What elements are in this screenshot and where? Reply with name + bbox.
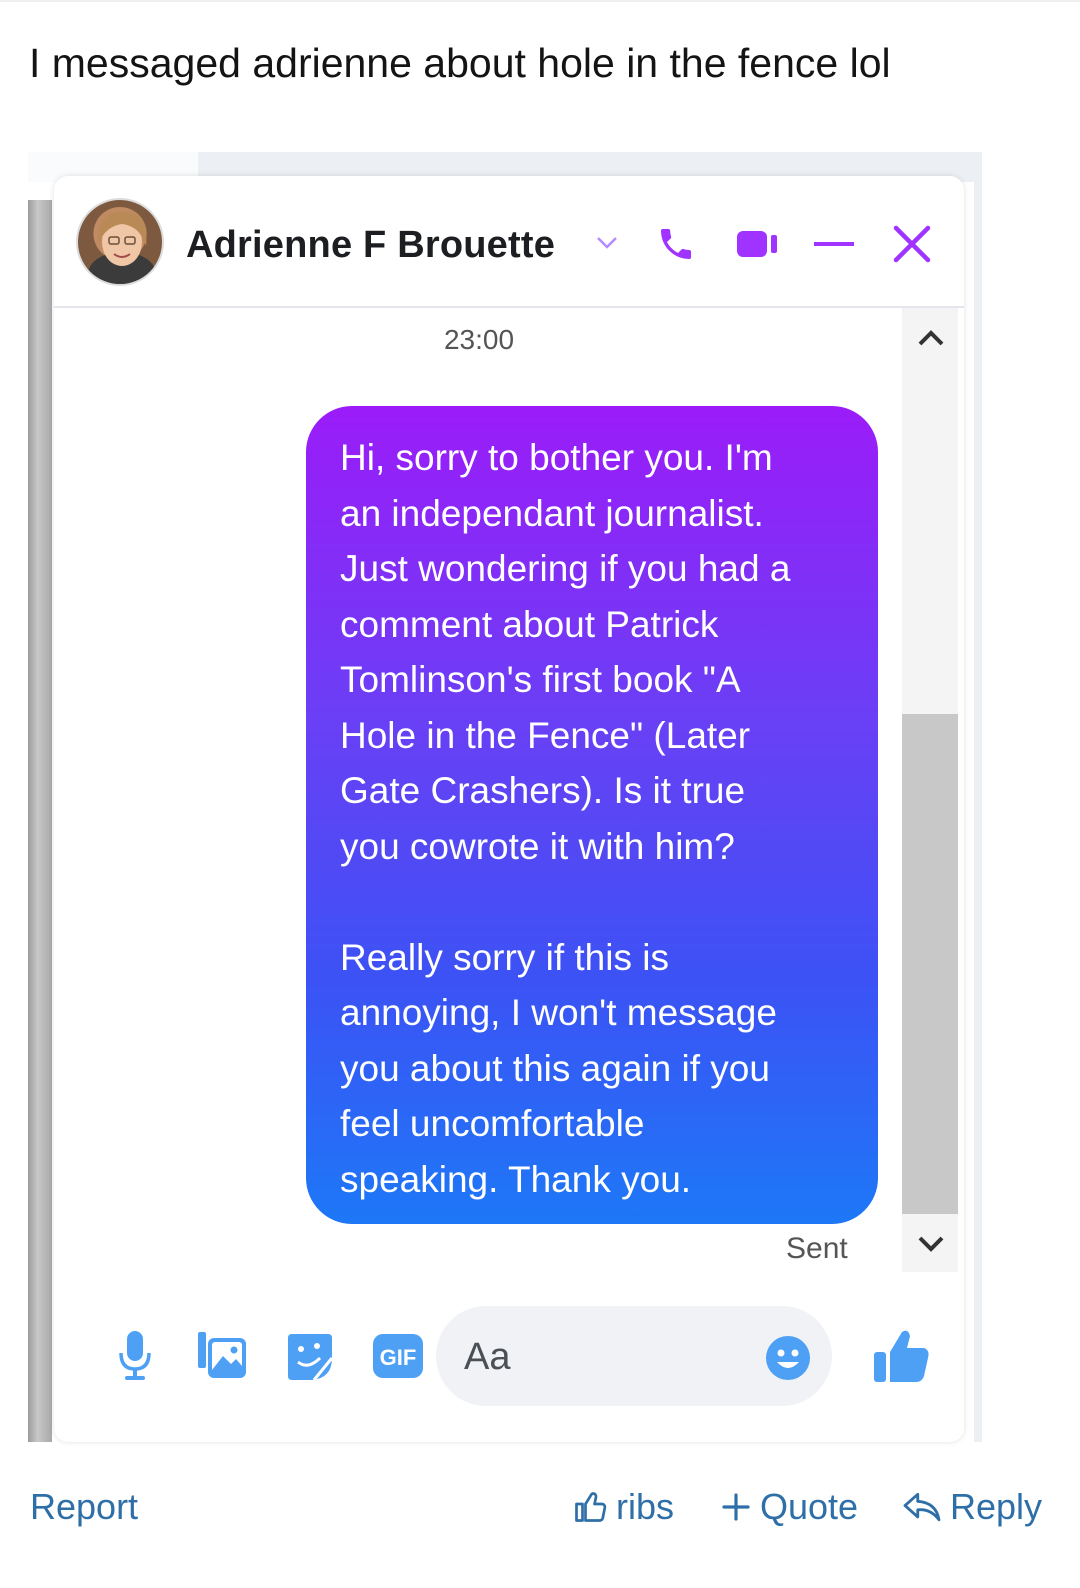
report-link[interactable]: Report xyxy=(30,1486,138,1528)
video-icon[interactable] xyxy=(734,224,782,264)
quote-button[interactable]: Quote xyxy=(720,1486,858,1528)
messenger-screenshot: Adrienne F Brouette 23:00 Hi, sorry to b… xyxy=(28,152,982,1442)
thumbs-up-outline-icon xyxy=(575,1492,607,1522)
phone-icon[interactable] xyxy=(654,222,698,266)
message-text: Hi, sorry to bother you. I'm an independ… xyxy=(340,437,791,1200)
microphone-icon[interactable] xyxy=(110,1326,160,1386)
message-input-placeholder: Aa xyxy=(464,1336,511,1378)
close-icon[interactable] xyxy=(890,222,934,266)
message-timestamp: 23:00 xyxy=(443,324,515,355)
reply-icon xyxy=(903,1492,941,1522)
gif-icon[interactable]: GIF xyxy=(370,1330,426,1382)
scroll-up-icon[interactable] xyxy=(916,328,946,348)
avatar[interactable] xyxy=(76,198,164,286)
scrollbar-thumb[interactable] xyxy=(902,714,958,1214)
chat-window: Adrienne F Brouette 23:00 Hi, sorry to b… xyxy=(54,176,964,1442)
svg-text:GIF: GIF xyxy=(380,1345,417,1370)
emoji-icon[interactable] xyxy=(762,1332,814,1384)
reaction-button[interactable]: ribs xyxy=(572,1486,674,1528)
thumbs-up-icon[interactable] xyxy=(870,1324,934,1388)
plus-icon xyxy=(722,1493,750,1521)
sent-status: Sent xyxy=(786,1232,848,1265)
minimize-icon[interactable] xyxy=(812,236,856,252)
top-divider xyxy=(0,0,1080,2)
chat-header: Adrienne F Brouette xyxy=(54,176,964,308)
scroll-down-icon[interactable] xyxy=(916,1234,946,1254)
reply-button[interactable]: Reply xyxy=(902,1486,1042,1528)
sticker-icon[interactable] xyxy=(282,1330,338,1384)
contact-name[interactable]: Adrienne F Brouette xyxy=(186,224,555,267)
post-text: I messaged adrienne about hole in the fe… xyxy=(29,40,891,86)
photo-icon[interactable] xyxy=(194,1328,250,1384)
chevron-down-icon[interactable] xyxy=(594,230,620,256)
